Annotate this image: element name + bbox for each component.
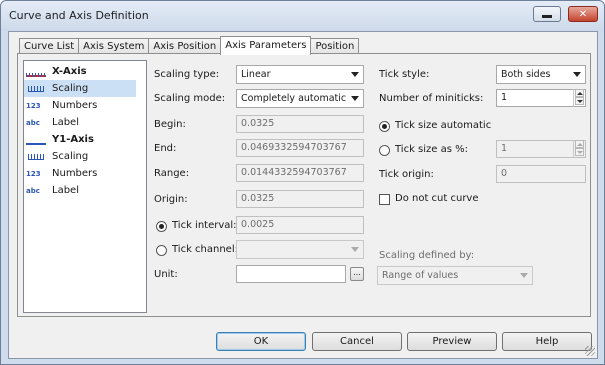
dialog-window: Curve and Axis Definition ✕ Curve List A…: [0, 0, 605, 365]
axis-parameters-panel: X-Axis Scaling 123 Numbers abc Label Y1-…: [17, 53, 591, 317]
tree-item-x-axis[interactable]: X-Axis: [24, 63, 136, 80]
spin-up-icon[interactable]: [575, 140, 584, 148]
tick-size-spinner[interactable]: [573, 140, 584, 158]
tree-item-label: X-Axis: [52, 66, 87, 77]
numbers-icon: 123: [26, 169, 41, 178]
resize-grip[interactable]: [585, 346, 595, 356]
origin-field[interactable]: 0.0325: [236, 190, 364, 208]
do-not-cut-label: Do not cut curve: [395, 193, 479, 204]
miniticks-spinner[interactable]: [573, 89, 584, 107]
tick-style-label: Tick style:: [379, 69, 430, 80]
ok-button[interactable]: OK: [216, 332, 306, 351]
label-icon: abc: [26, 186, 40, 195]
spin-up-icon[interactable]: [575, 89, 584, 97]
tree-item-x-label[interactable]: abc Label: [24, 114, 136, 131]
numbers-icon: 123: [26, 101, 41, 110]
preview-button[interactable]: Preview: [407, 332, 497, 351]
tab-axis-parameters[interactable]: Axis Parameters: [220, 36, 312, 55]
scaling-defined-select[interactable]: Range of values: [377, 266, 533, 285]
tick-size-pct-value: 1: [501, 143, 508, 154]
end-label: End:: [154, 143, 177, 154]
miniticks-value: 1: [501, 92, 508, 103]
dialog-body: Curve List Axis System Axis Position Axi…: [8, 31, 598, 359]
unit-label: Unit:: [154, 269, 178, 280]
scaling-icon: [28, 153, 44, 160]
tick-interval-field[interactable]: 0.0025: [236, 216, 364, 234]
spin-down-icon[interactable]: [575, 97, 584, 105]
scaling-type-value: Linear: [241, 69, 271, 80]
tick-style-value: Both sides: [501, 69, 551, 80]
tree-item-x-numbers[interactable]: 123 Numbers: [24, 97, 136, 114]
tree-item-y1-numbers[interactable]: 123 Numbers: [24, 165, 136, 182]
tree-item-label: Scaling: [52, 151, 89, 162]
tree-item-label: Label: [52, 185, 79, 196]
scaling-defined-value: Range of values: [382, 270, 459, 281]
help-button[interactable]: Help: [502, 332, 592, 351]
x-axis-icon: [26, 67, 46, 77]
tick-interval-label: Tick interval:: [172, 220, 237, 231]
tab-position[interactable]: Position: [310, 38, 360, 54]
tree-item-y1-scaling[interactable]: Scaling: [24, 148, 136, 165]
close-icon: ✕: [578, 8, 588, 20]
tree-item-label: Label: [52, 117, 79, 128]
scaling-mode-select[interactable]: Completely automatic: [236, 89, 364, 108]
axis-tree: X-Axis Scaling 123 Numbers abc Label Y1-…: [23, 60, 147, 313]
label-icon: abc: [26, 118, 40, 127]
origin-label: Origin:: [154, 194, 188, 205]
end-field[interactable]: 0.0469332594703767: [236, 139, 364, 157]
tree-item-label: Y1-Axis: [52, 134, 94, 145]
tree-item-x-scaling[interactable]: Scaling: [24, 80, 136, 97]
tab-axis-system[interactable]: Axis System: [78, 38, 150, 54]
tree-item-label: Numbers: [52, 168, 98, 179]
tree-item-y1-label[interactable]: abc Label: [24, 182, 136, 199]
do-not-cut-checkbox[interactable]: [379, 194, 390, 205]
tick-interval-radio[interactable]: [156, 221, 167, 232]
cancel-button[interactable]: Cancel: [312, 332, 402, 351]
tick-channel-label: Tick channel:: [172, 244, 238, 255]
unit-browse-button[interactable]: ...: [350, 267, 364, 281]
chevron-down-icon: [351, 96, 359, 101]
tab-axis-position[interactable]: Axis Position: [148, 38, 222, 54]
tick-origin-field[interactable]: 0: [496, 165, 586, 183]
tree-item-y1-axis[interactable]: Y1-Axis: [24, 131, 136, 148]
chevron-down-icon: [573, 72, 581, 77]
tick-size-pct-label: Tick size as %:: [395, 144, 469, 155]
unit-field[interactable]: [236, 265, 346, 283]
tab-strip: Curve List Axis System Axis Position Axi…: [19, 36, 360, 55]
y-axis-icon: [26, 135, 46, 145]
title-bar: Curve and Axis Definition ✕: [1, 1, 604, 31]
tick-style-select[interactable]: Both sides: [496, 65, 586, 84]
tab-curve-list[interactable]: Curve List: [19, 38, 80, 54]
window-title: Curve and Axis Definition: [9, 9, 149, 22]
scaling-icon: [28, 85, 44, 92]
close-button[interactable]: ✕: [568, 6, 598, 22]
scaling-type-label: Scaling type:: [154, 69, 220, 80]
tree-item-label: Scaling: [52, 83, 89, 94]
tick-channel-radio[interactable]: [156, 245, 167, 256]
scaling-mode-value: Completely automatic: [241, 93, 347, 104]
tree-item-label: Numbers: [52, 100, 98, 111]
range-label: Range:: [154, 168, 190, 179]
minimize-button[interactable]: [533, 6, 561, 22]
tick-size-auto-radio[interactable]: [379, 121, 390, 132]
range-field[interactable]: 0.0144332594703767: [236, 164, 364, 182]
scaling-type-select[interactable]: Linear: [236, 65, 364, 84]
tick-channel-select[interactable]: [236, 240, 364, 259]
scaling-mode-label: Scaling mode:: [154, 93, 226, 104]
begin-label: Begin:: [154, 119, 186, 130]
tick-size-pct-radio[interactable]: [379, 145, 390, 156]
scaling-defined-label: Scaling defined by:: [379, 250, 475, 261]
tick-origin-label: Tick origin:: [379, 169, 434, 180]
chevron-down-icon: [351, 247, 359, 252]
begin-field[interactable]: 0.0325: [236, 115, 364, 133]
tick-size-auto-label: Tick size automatic: [395, 120, 492, 131]
chevron-down-icon: [351, 72, 359, 77]
miniticks-label: Number of miniticks:: [379, 93, 484, 104]
spin-down-icon[interactable]: [575, 148, 584, 156]
chevron-down-icon: [520, 273, 528, 278]
